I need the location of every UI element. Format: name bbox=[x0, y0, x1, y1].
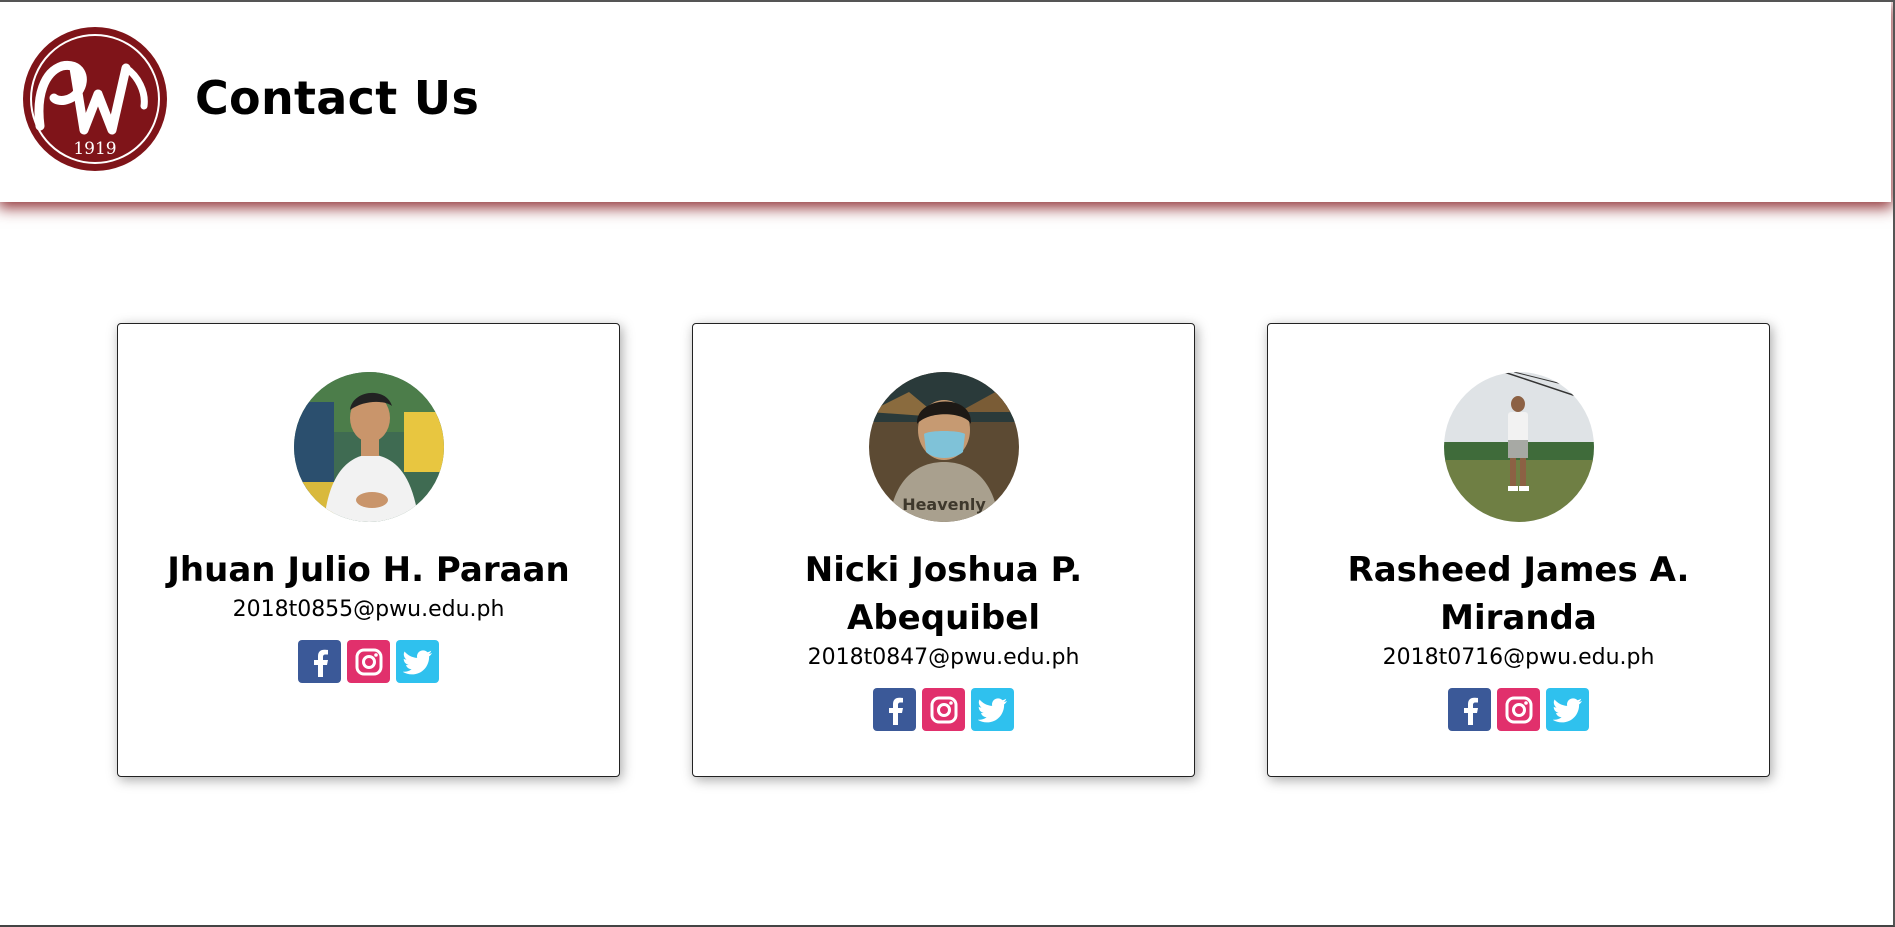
instagram-icon[interactable] bbox=[1497, 688, 1540, 731]
logo-year: 1919 bbox=[73, 139, 116, 159]
social-links bbox=[298, 640, 439, 683]
facebook-icon[interactable] bbox=[298, 640, 341, 683]
contact-email: 2018t0847@pwu.edu.ph bbox=[807, 645, 1080, 670]
avatar: Heavenly bbox=[868, 372, 1019, 522]
social-links bbox=[1448, 688, 1589, 731]
twitter-icon[interactable] bbox=[1546, 688, 1589, 731]
contact-card: Heavenly Nicki Joshua P. Abequibel 2018t… bbox=[692, 323, 1195, 777]
contact-card: Rasheed James A. Miranda 2018t0716@pwu.e… bbox=[1267, 323, 1770, 777]
twitter-icon[interactable] bbox=[396, 640, 439, 683]
instagram-icon[interactable] bbox=[347, 640, 390, 683]
avatar bbox=[293, 372, 444, 522]
contact-name: Jhuan Julio H. Paraan bbox=[167, 550, 570, 590]
twitter-icon[interactable] bbox=[971, 688, 1014, 731]
university-seal-logo[interactable]: 1919 bbox=[22, 26, 168, 172]
facebook-icon[interactable] bbox=[1448, 688, 1491, 731]
contact-name: Nicki Joshua P. Abequibel bbox=[804, 550, 1083, 638]
avatar bbox=[1443, 372, 1594, 522]
contact-cards: Jhuan Julio H. Paraan 2018t0855@pwu.edu.… bbox=[117, 323, 1770, 777]
facebook-icon[interactable] bbox=[873, 688, 916, 731]
contact-card: Jhuan Julio H. Paraan 2018t0855@pwu.edu.… bbox=[117, 323, 620, 777]
contact-email: 2018t0716@pwu.edu.ph bbox=[1382, 645, 1655, 670]
page-title: Contact Us bbox=[195, 71, 480, 125]
page-header: 1919 Contact Us bbox=[0, 2, 1891, 202]
page: 1919 Contact Us Jhuan Julio H. Paraan 20… bbox=[0, 0, 1895, 927]
contact-name: Rasheed James A. Miranda bbox=[1347, 550, 1690, 638]
instagram-icon[interactable] bbox=[922, 688, 965, 731]
svg-text:Heavenly: Heavenly bbox=[902, 495, 986, 514]
contact-email: 2018t0855@pwu.edu.ph bbox=[232, 597, 505, 622]
social-links bbox=[873, 688, 1014, 731]
